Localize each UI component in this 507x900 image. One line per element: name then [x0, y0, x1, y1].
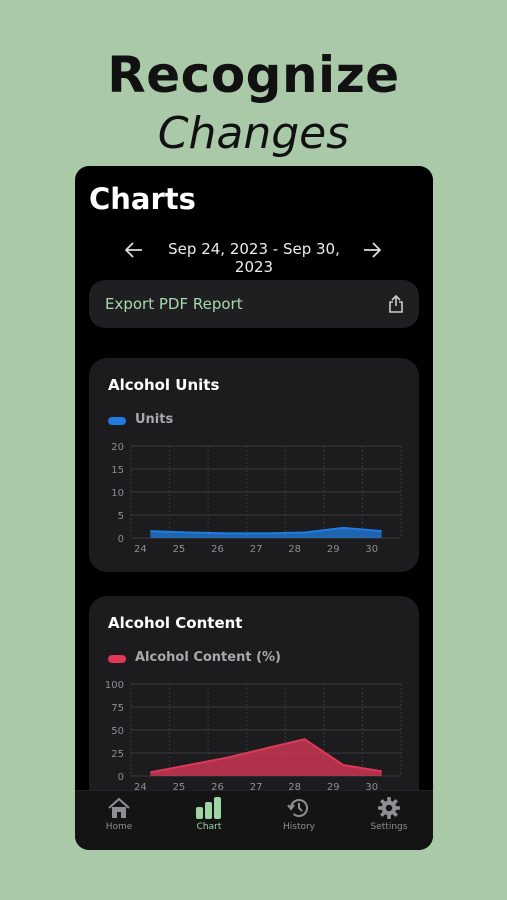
- x-tick-label: 30: [365, 544, 378, 554]
- x-tick-label: 24: [134, 544, 147, 554]
- y-tick-label: 75: [111, 703, 124, 714]
- date-navigator: Sep 24, 2023 - Sep 30, 2023: [75, 238, 433, 276]
- alcohol-content-chart: 100755025024 25 26 27 28 29 30: [105, 680, 402, 792]
- legend-label: Units: [135, 412, 174, 427]
- promo-headline: Recognize: [107, 46, 400, 104]
- phone-screen: Charts Sep 24, 2023 - Sep 30, 2023 Expor…: [75, 166, 433, 850]
- legend-swatch: [108, 655, 126, 663]
- export-pdf-button[interactable]: Export PDF Report: [89, 280, 419, 328]
- tab-label: Settings: [370, 822, 408, 832]
- arrow-left-icon[interactable]: [123, 240, 145, 260]
- alcohol-units-chart: 20 15 10 5 0 24 25 26 27 28 29 30: [111, 442, 402, 554]
- chart-icon: [196, 797, 221, 819]
- x-tick-label: 29: [327, 544, 340, 554]
- tab-chart[interactable]: Chart: [169, 797, 249, 845]
- tab-bar: Home Chart History Settings: [75, 790, 433, 850]
- y-tick-label: 15: [111, 465, 124, 476]
- series-area: [150, 739, 382, 776]
- y-tick-label: 20: [111, 442, 124, 453]
- arrow-right-icon[interactable]: [361, 240, 383, 260]
- x-tick-label: 28: [288, 544, 301, 554]
- tab-home[interactable]: Home: [79, 797, 159, 845]
- page-title: Charts: [89, 182, 196, 216]
- x-tick-label: 25: [173, 544, 186, 554]
- y-tick-label: 10: [111, 488, 124, 499]
- tab-label: Home: [105, 822, 133, 832]
- chart-title: Alcohol Units: [108, 376, 220, 394]
- date-range-label: Sep 24, 2023 - Sep 30, 2023: [168, 240, 340, 276]
- tab-history[interactable]: History: [259, 797, 339, 845]
- alcohol-units-card: Alcohol Units Units 20 15 10 5 0 24 25 26 27 28 29…: [89, 358, 419, 572]
- share-icon[interactable]: [387, 294, 405, 314]
- y-tick-label: 25: [111, 749, 124, 760]
- y-tick-label: 50: [111, 726, 124, 737]
- promo-subheadline: Changes: [157, 108, 350, 159]
- y-tick-label: 0: [118, 772, 124, 783]
- tab-label: Chart: [196, 822, 222, 832]
- y-tick-label: 100: [105, 680, 124, 691]
- gear-icon: [378, 797, 400, 819]
- y-tick-label: 5: [118, 511, 124, 522]
- legend-label: Alcohol Content (%): [135, 650, 281, 665]
- y-tick-label: 0: [118, 534, 124, 545]
- history-icon: [287, 799, 308, 817]
- legend-swatch: [108, 417, 126, 425]
- chart-title: Alcohol Content: [108, 614, 243, 632]
- export-pdf-label: Export PDF Report: [105, 295, 243, 313]
- tab-settings[interactable]: Settings: [349, 797, 429, 845]
- x-tick-label: 27: [250, 544, 263, 554]
- tab-label: History: [282, 822, 316, 832]
- home-icon: [108, 797, 130, 818]
- x-tick-label: 26: [211, 544, 224, 554]
